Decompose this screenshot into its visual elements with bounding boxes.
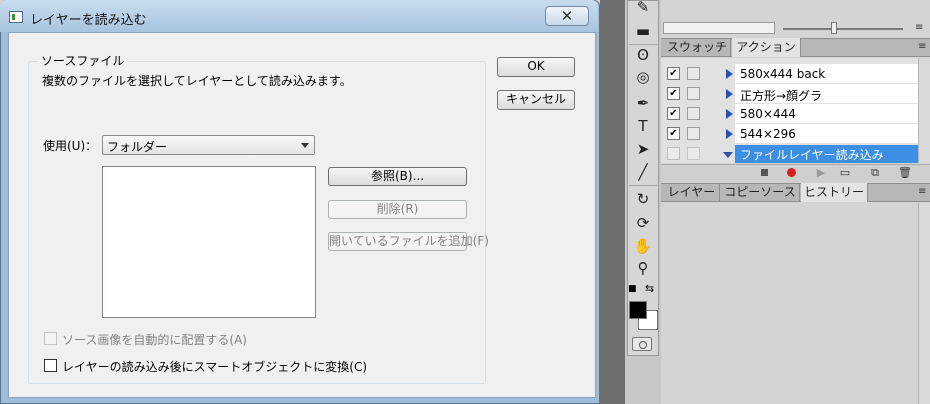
history-panel [661,203,918,404]
pen-icon[interactable]: ✒ [632,93,654,113]
expand-triangle-icon[interactable] [726,109,733,119]
use-dropdown[interactable]: フォルダー [102,135,315,155]
text-icon[interactable]: T [632,116,654,136]
action-toggle-checkbox[interactable]: ✔ [667,67,680,80]
action-toggle-checkbox[interactable]: ✔ [667,87,680,100]
new-set-folder-icon[interactable]: ▭ [838,166,852,179]
action-name[interactable]: 544×296 [740,127,796,141]
action-toggle-checkbox[interactable]: ✔ [667,127,680,140]
app-icon [9,11,23,23]
panel-menu-icon[interactable]: ≡ [918,186,926,197]
hand-icon[interactable]: ✋ [632,236,654,256]
tab-layers[interactable]: レイヤー [664,183,720,202]
use-dropdown-value: フォルダー [107,140,168,154]
default-colors-icon[interactable]: ■ [628,284,637,294]
trash-icon[interactable]: 🗑 [898,166,912,179]
top-slider-track[interactable] [783,28,903,30]
auto-align-checkbox[interactable] [44,332,57,345]
tab-clone-source[interactable]: コピーソース [721,183,800,202]
quick-selection-icon[interactable]: ◎ [632,67,654,87]
expand-triangle-icon[interactable] [726,69,733,79]
path-selection-icon[interactable]: ➤ [632,139,654,159]
close-button[interactable]: ✕ [545,6,589,26]
eraser-icon[interactable]: ✎ [632,0,654,17]
tab-swatches[interactable]: スウォッチ [664,38,731,57]
auto-align-label: ソース画像を自動的に配置する(A) [62,333,247,347]
rectangle-icon[interactable]: ▬ [632,21,654,41]
smart-object-label: レイヤーの読み込み後にスマートオブジェクトに変換(C) [62,360,368,374]
selected-action-name[interactable]: ファイルレイヤー読み込み [740,146,884,163]
top-field[interactable] [663,22,775,34]
action-toggle-checkbox[interactable]: ✔ [667,107,680,120]
line-icon[interactable]: ╱ [632,162,654,182]
quick-mask-icon[interactable] [632,337,652,351]
lasso-icon[interactable]: ʘ [632,45,654,65]
smart-object-checkbox[interactable] [44,359,57,372]
tool-divider [629,185,657,186]
dialog-title: レイヤーを読み込む [30,13,147,28]
rotate-3d-icon[interactable]: ↻ [632,189,654,209]
new-action-icon[interactable]: ⧉ [868,166,882,179]
foreground-color-swatch[interactable] [629,301,647,319]
collapse-triangle-icon[interactable] [723,152,733,158]
orbit-3d-icon[interactable]: ⟳ [632,213,654,233]
browse-button[interactable]: 参照(B)... [328,167,467,186]
ok-button[interactable]: OK [497,57,575,77]
swap-colors-icon[interactable]: ⇆ [645,282,654,295]
tab-history[interactable]: ヒストリー [801,183,868,202]
play-icon[interactable]: ▶ [814,166,828,179]
record-icon[interactable] [785,166,799,179]
actions-scrollbar[interactable] [918,58,930,163]
group-label: ソースファイル [38,52,128,69]
history-scrollbar[interactable] [918,203,930,404]
action-dialog-toggle[interactable] [687,107,700,120]
action-dialog-toggle[interactable] [687,147,700,160]
expand-triangle-icon[interactable] [726,89,733,99]
zoom-icon[interactable]: ⚲ [632,258,654,278]
top-slider-knob[interactable] [831,22,837,34]
action-dialog-toggle[interactable] [687,127,700,140]
action-name[interactable]: 580×444 [740,107,796,121]
panel-menu-icon[interactable]: ≡ [915,22,923,33]
use-label: 使用(U)： [43,139,98,153]
cancel-button[interactable]: キャンセル [497,90,575,110]
panel-menu-icon[interactable]: ≡ [918,41,926,52]
expand-triangle-icon[interactable] [726,129,733,139]
action-dialog-toggle[interactable] [687,87,700,100]
action-toggle-checkbox[interactable] [667,147,680,160]
add-open-files-button[interactable]: 開いているファイルを追加(F) [328,232,489,251]
description-text: 複数のファイルを選択してレイヤーとして読み込みます。 [42,74,352,88]
action-dialog-toggle[interactable] [687,67,700,80]
action-name[interactable]: 正方形→顔グラ [740,87,822,104]
action-name[interactable]: 580x444 back [740,67,825,81]
tab-actions[interactable]: アクション [732,38,801,57]
stop-icon[interactable] [758,166,772,179]
file-list[interactable] [102,166,316,318]
remove-button[interactable]: 削除(R) [328,200,467,219]
chevron-down-icon[interactable] [301,143,309,148]
workspace-background [600,0,625,404]
